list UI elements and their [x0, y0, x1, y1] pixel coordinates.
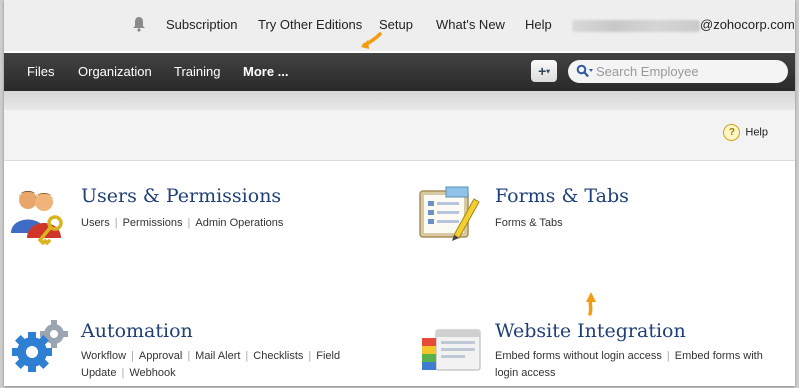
help-question-icon: ? — [723, 124, 741, 141]
bell-icon[interactable] — [132, 16, 146, 32]
website-integration-links: Embed forms without login access | Embed f… — [495, 350, 763, 379]
automation-gears-icon — [12, 320, 68, 372]
main-nav-bar: Files Organization Training More ... +▾ — [4, 53, 795, 91]
quick-add-button[interactable]: +▾ — [531, 60, 557, 82]
subscription-link[interactable]: Subscription — [166, 17, 238, 32]
checklists-link[interactable]: Checklists — [253, 350, 303, 362]
nav-more[interactable]: More ... — [243, 64, 289, 79]
nav-training[interactable]: Training — [174, 64, 220, 79]
orange-arrow-annotation-icon — [586, 292, 596, 316]
redacted-username — [572, 19, 700, 32]
users-permissions-title[interactable]: Users & Permissions — [81, 185, 283, 207]
app-window: Subscription Try Other Editions Setup Wh… — [4, 0, 795, 386]
mail-alert-link[interactable]: Mail Alert — [195, 350, 240, 362]
users-group-icon — [11, 191, 63, 245]
whats-new-link[interactable]: What's New — [436, 17, 505, 32]
section-website-integration: Website Integration Embed forms without … — [495, 320, 785, 382]
toolbar-strip — [4, 91, 795, 110]
automation-title[interactable]: Automation — [81, 320, 381, 342]
forms-tabs-icon — [419, 186, 480, 241]
chevron-down-icon: ▾ — [546, 68, 550, 76]
page-header — [4, 110, 795, 161]
section-forms-tabs: Forms & Tabs Forms & Tabs — [495, 185, 629, 232]
users-link[interactable]: Users — [81, 217, 110, 229]
section-automation: Automation Workflow | Approval | Mail Alert |… — [81, 320, 381, 382]
users-permissions-links: Users | Permissions | Admin Operations — [81, 217, 284, 229]
permissions-link[interactable]: Permissions — [123, 217, 183, 229]
orange-arrow-annotation-icon — [361, 32, 382, 49]
email-domain: @zohocorp.com — [700, 17, 795, 32]
website-integration-title[interactable]: Website Integration — [495, 320, 785, 342]
forms-tabs-links: Forms & Tabs — [495, 215, 629, 232]
search-icon[interactable] — [576, 64, 594, 78]
setup-link[interactable]: Setup — [379, 17, 413, 32]
help-link[interactable]: Help — [525, 17, 552, 32]
nav-files[interactable]: Files — [27, 64, 54, 79]
page-help-button[interactable]: ? Help — [723, 124, 768, 141]
user-account-menu[interactable]: @zohocorp.com▼ — [572, 17, 795, 32]
employee-search — [568, 60, 788, 83]
try-other-editions-link[interactable]: Try Other Editions — [258, 17, 362, 32]
top-links-bar: Subscription Try Other Editions Setup Wh… — [4, 0, 795, 51]
website-integration-icon — [422, 329, 481, 371]
automation-links: Workflow | Approval | Mail Alert | Checklists |… — [81, 350, 341, 379]
approval-link[interactable]: Approval — [139, 350, 182, 362]
forms-tabs-title[interactable]: Forms & Tabs — [495, 185, 629, 207]
search-employee-input[interactable] — [596, 63, 781, 80]
embed-without-login-link[interactable]: Embed forms without login access — [495, 350, 662, 362]
workflow-link[interactable]: Workflow — [81, 350, 126, 362]
webhook-link[interactable]: Webhook — [129, 367, 175, 379]
page-help-label: Help — [745, 126, 768, 139]
section-users-permissions: Users & Permissions Users | Permissions | Ad… — [81, 185, 283, 232]
forms-tabs-link[interactable]: Forms & Tabs — [495, 217, 563, 229]
admin-operations-link[interactable]: Admin Operations — [195, 217, 283, 229]
nav-organization[interactable]: Organization — [78, 64, 152, 79]
